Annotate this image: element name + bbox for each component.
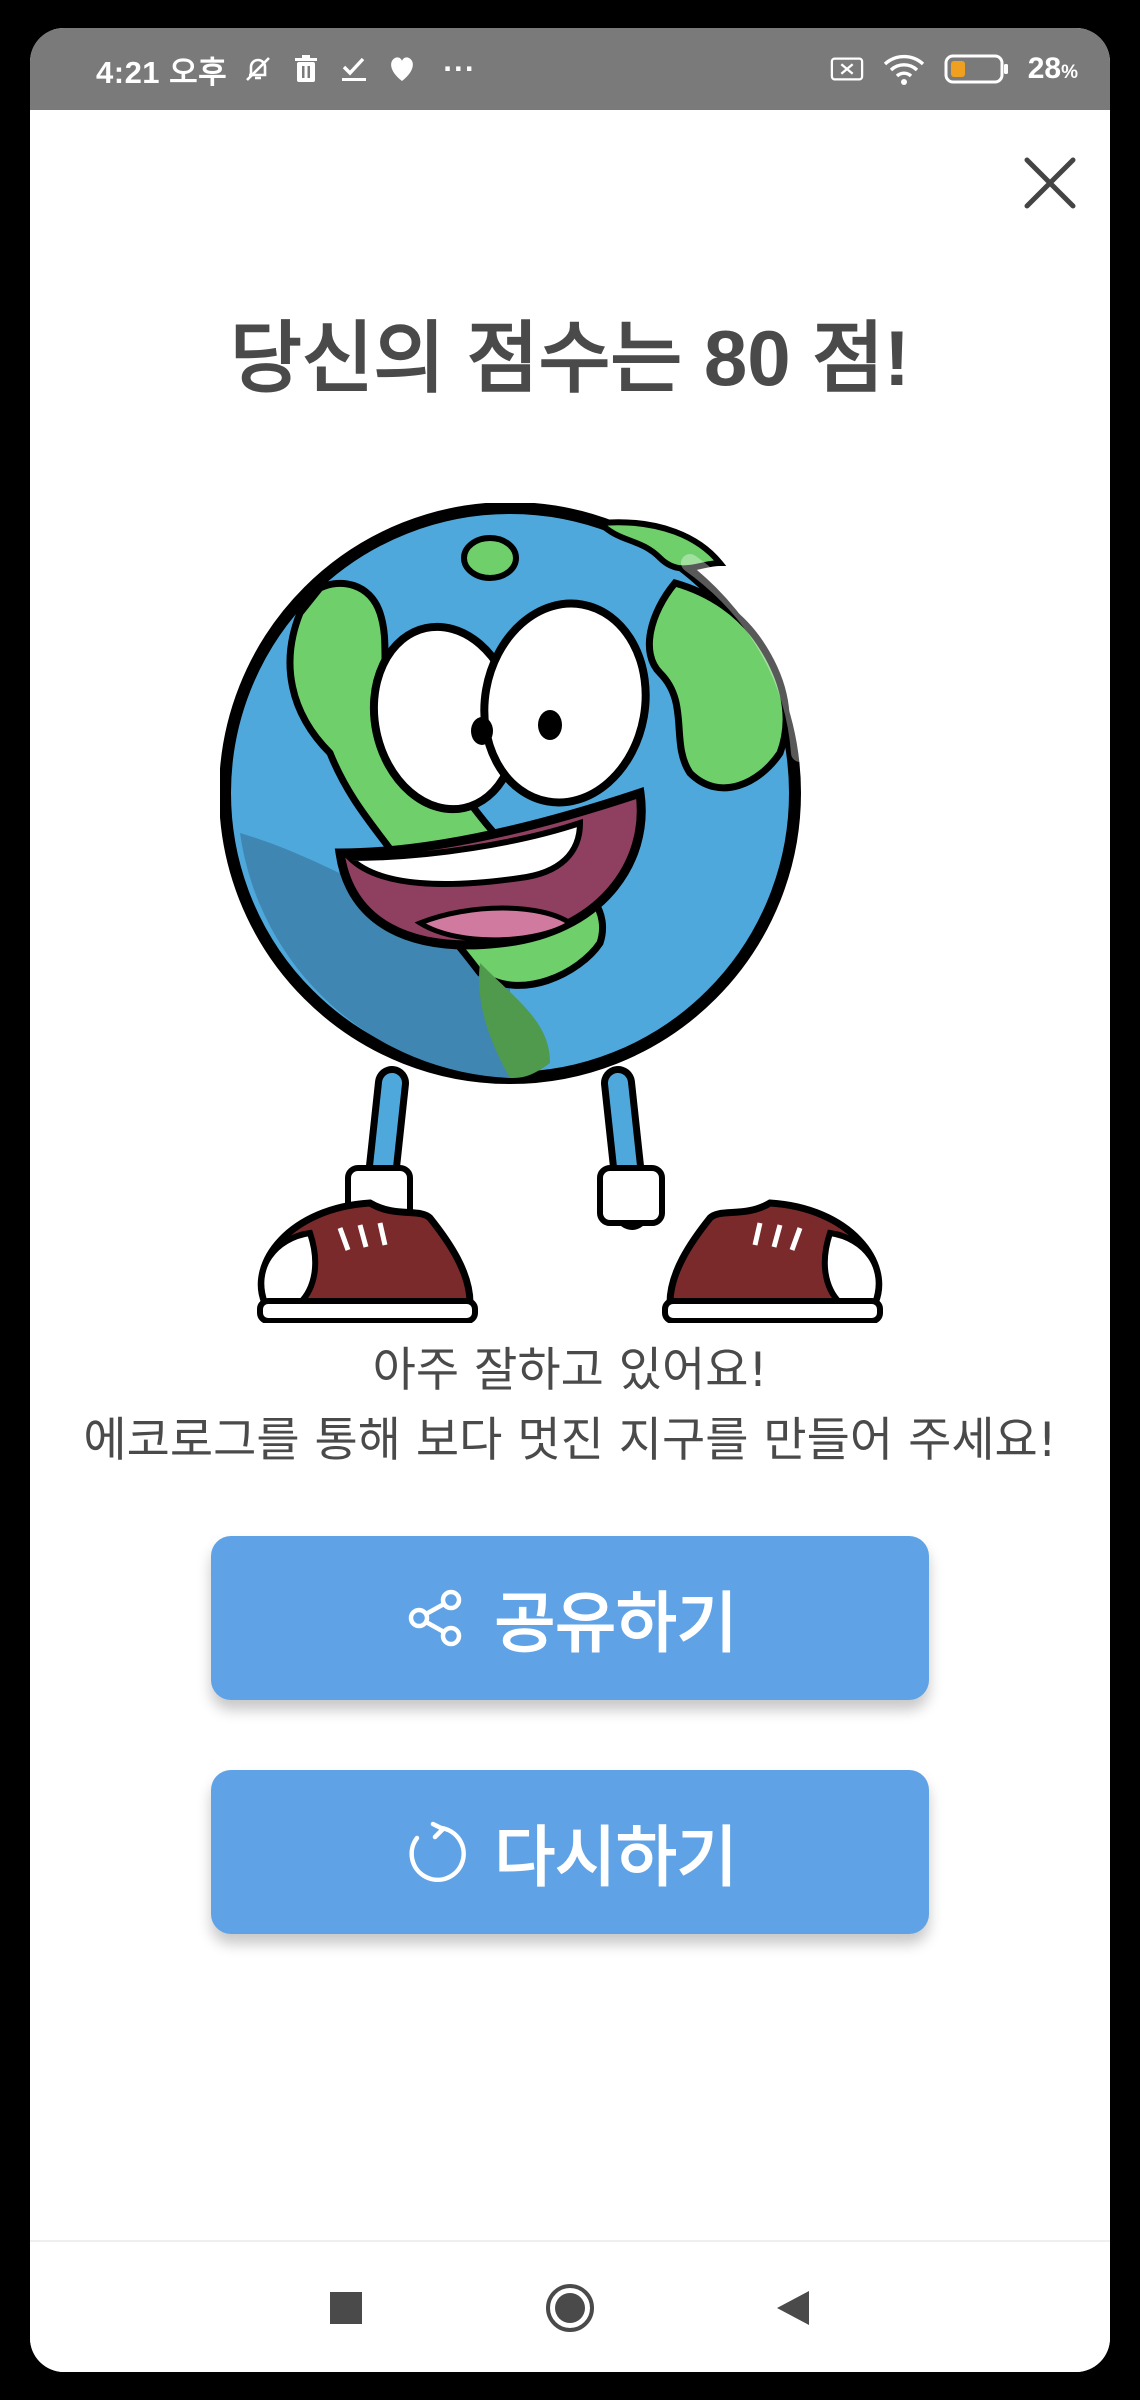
close-icon	[1024, 157, 1076, 209]
retry-button-label: 다시하기	[494, 1819, 738, 1896]
earth-mascot-illustration	[220, 503, 883, 1323]
status-bar: 4:21 오후 ··· 28%	[30, 28, 1110, 110]
trash-icon	[289, 52, 323, 86]
share-button-label: 공유하기	[494, 1585, 738, 1662]
share-icon	[408, 1589, 461, 1647]
close-button[interactable]	[1015, 148, 1085, 218]
retry-button[interactable]: 다시하기	[211, 1770, 929, 1934]
back-icon	[777, 2291, 809, 2325]
message-line-1: 아주 잘하고 있어요!	[372, 1343, 768, 1398]
home-button[interactable]	[510, 2242, 630, 2372]
check-icon	[337, 52, 371, 86]
result-message: 아주 잘하고 있어요! 에코로그를 통해 보다 멋진 지구를 만들어 주세요!	[30, 1336, 1110, 1476]
navigation-bar	[30, 2240, 1110, 2372]
status-left: 4:21 오후 ···	[96, 28, 476, 110]
more-notifications: ···	[443, 51, 476, 86]
heart-icon	[385, 52, 419, 86]
status-right: 28%	[830, 28, 1078, 110]
back-button[interactable]	[733, 2242, 853, 2372]
page-title: 당신의 점수는 80 점!	[229, 314, 911, 402]
battery-percentage: 28%	[1027, 52, 1078, 85]
battery-icon	[944, 52, 1010, 86]
mute-icon	[241, 52, 275, 86]
wifi-icon	[882, 52, 926, 86]
message-line-2: 에코로그를 통해 보다 멋진 지구를 만들어 주세요!	[83, 1413, 1057, 1468]
refresh-icon	[408, 1821, 466, 1883]
recents-icon	[330, 2292, 362, 2324]
recents-button[interactable]	[286, 2242, 406, 2372]
home-icon	[546, 2284, 594, 2332]
share-button[interactable]: 공유하기	[211, 1536, 929, 1700]
no-sim-icon	[830, 52, 864, 86]
app-screen: 4:21 오후 ··· 28% 당신의 점수는 80 점! 아주 잘하고 있어요…	[30, 28, 1110, 2372]
status-time: 4:21 오후	[96, 54, 228, 90]
